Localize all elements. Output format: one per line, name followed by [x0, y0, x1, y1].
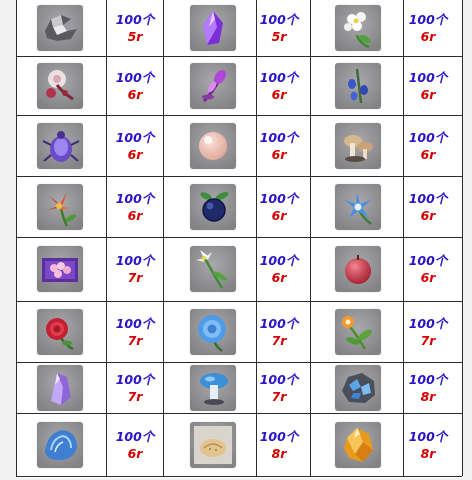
- price-label: 7r: [127, 388, 143, 404]
- quantity-label: 100个: [115, 253, 155, 268]
- price-label: 8r: [420, 388, 436, 404]
- grid-horizontal-line: [16, 176, 462, 177]
- quantity-label: 100个: [259, 253, 299, 268]
- price-label: 7r: [271, 332, 287, 348]
- quantity-label: 100个: [408, 428, 448, 444]
- red-fruit-icon: [335, 246, 381, 292]
- grid-horizontal-line: [16, 301, 462, 302]
- grid-horizontal-line: [16, 56, 462, 57]
- price-label: 6r: [420, 86, 436, 102]
- price-label: 6r: [127, 86, 143, 102]
- grid-horizontal-line: [16, 413, 462, 414]
- price-label: 6r: [127, 445, 143, 461]
- blue-bell-flower-icon: [335, 62, 381, 109]
- blue-mushroom-icon: [190, 364, 236, 411]
- price-label: 6r: [271, 207, 287, 223]
- amber-crystal-icon: [335, 421, 381, 468]
- price-label: 6r: [420, 146, 436, 162]
- price-label: 5r: [271, 29, 287, 44]
- dandelion-seed-icon: [37, 62, 83, 109]
- violet-crystal-shard-icon: [37, 364, 83, 411]
- quantity-label: 100个: [115, 315, 155, 331]
- grid-vertical-line: [106, 0, 107, 476]
- orange-flower-sprig-icon: [335, 308, 381, 355]
- price-label: 7r: [420, 332, 436, 348]
- quantity-label: 100个: [115, 371, 155, 387]
- grid-horizontal-line: [16, 115, 462, 116]
- quantity-label: 100个: [408, 69, 448, 85]
- violet-bud-icon: [190, 62, 236, 109]
- grid-vertical-line: [16, 0, 17, 476]
- quantity-label: 100个: [259, 129, 299, 145]
- grid-vertical-line: [462, 0, 463, 476]
- grid-horizontal-line: [16, 362, 462, 363]
- purple-crystal-icon: [190, 5, 236, 51]
- mushroom-cluster-icon: [335, 122, 381, 169]
- quantity-label: 100个: [408, 129, 448, 145]
- price-label: 7r: [127, 332, 143, 348]
- price-label: 6r: [127, 207, 143, 223]
- blue-ore-icon: [335, 364, 381, 411]
- price-label: 5r: [127, 29, 143, 44]
- white-flower-icon: [335, 5, 381, 51]
- quantity-label: 100个: [259, 371, 299, 387]
- price-label: 6r: [127, 146, 143, 162]
- crystal-chunk-icon: [37, 5, 83, 51]
- price-label: 8r: [271, 445, 287, 461]
- quantity-label: 100个: [408, 190, 448, 206]
- red-lily-icon: [37, 183, 83, 230]
- quantity-label: 100个: [408, 253, 448, 268]
- red-rose-icon: [37, 308, 83, 355]
- quantity-label: 100个: [259, 69, 299, 85]
- grid-vertical-line: [310, 0, 311, 476]
- price-label: 6r: [271, 86, 287, 102]
- grid-vertical-line: [163, 0, 164, 476]
- price-label: 6r: [420, 270, 436, 285]
- quantity-label: 100个: [259, 190, 299, 206]
- price-label: 6r: [271, 270, 287, 285]
- quantity-label: 100个: [408, 12, 448, 27]
- quantity-label: 100个: [408, 315, 448, 331]
- quantity-label: 100个: [259, 12, 299, 27]
- quantity-label: 100个: [115, 12, 155, 27]
- quantity-label: 100个: [115, 69, 155, 85]
- price-label: 7r: [127, 270, 143, 285]
- price-label: 6r: [420, 29, 436, 44]
- price-label: 7r: [271, 388, 287, 404]
- quantity-label: 100个: [408, 371, 448, 387]
- price-label: 8r: [420, 445, 436, 461]
- quantity-label: 100个: [259, 315, 299, 331]
- price-label: 6r: [271, 146, 287, 162]
- quantity-label: 100个: [115, 190, 155, 206]
- quantity-label: 100个: [115, 428, 155, 444]
- purple-beetle-icon: [37, 122, 83, 169]
- pink-coral-box-icon: [37, 246, 83, 292]
- quantity-label: 100个: [259, 428, 299, 444]
- price-label: 6r: [420, 207, 436, 223]
- pearl-icon: [190, 122, 236, 169]
- white-lily-icon: [190, 246, 236, 292]
- dark-berry-icon: [190, 183, 236, 230]
- blue-rose-icon: [190, 308, 236, 355]
- quantity-label: 100个: [115, 129, 155, 145]
- blue-shell-icon: [37, 421, 83, 468]
- blue-snowflake-flower-icon: [335, 183, 381, 230]
- grid-horizontal-line: [16, 237, 462, 238]
- sand-pouch-icon: [190, 421, 236, 468]
- grid-horizontal-line: [16, 476, 462, 477]
